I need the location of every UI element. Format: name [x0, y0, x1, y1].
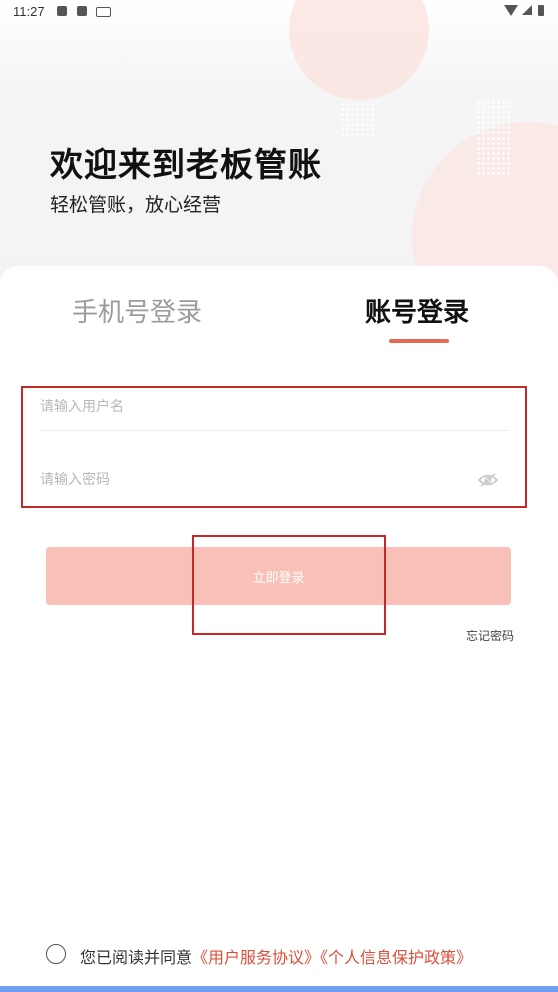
credentials-highlight-box	[21, 386, 527, 508]
app-notification-icon	[77, 6, 87, 16]
login-button[interactable]: 立即登录	[46, 547, 511, 605]
decorative-dots	[476, 136, 510, 176]
navigation-bar	[0, 986, 558, 992]
battery-icon	[538, 5, 544, 16]
status-time: 11:27	[13, 4, 45, 19]
tab-phone-login[interactable]: 手机号登录	[72, 292, 202, 329]
decorative-dots	[476, 100, 510, 134]
welcome-title: 欢迎来到老板管账	[50, 145, 322, 184]
tab-account-login[interactable]: 账号登录	[365, 292, 469, 329]
active-tab-indicator	[389, 339, 449, 343]
agreement-checkbox[interactable]	[46, 944, 66, 964]
privacy-policy-link[interactable]: 《个人信息保护政策》	[320, 948, 472, 967]
signal-icon	[522, 5, 532, 15]
image-notification-icon	[57, 6, 67, 16]
user-service-agreement-link[interactable]: 《用户服务协议》	[192, 948, 320, 967]
forgot-password-link[interactable]: 忘记密码	[466, 627, 514, 644]
wifi-icon	[504, 5, 518, 16]
decorative-dots	[340, 102, 374, 136]
agreement-text: 您已阅读并同意《用户服务协议》《个人信息保护政策》	[80, 944, 472, 968]
agreement-prefix: 您已阅读并同意	[80, 948, 193, 967]
status-bar: 11:27	[0, 0, 558, 24]
keyboard-icon	[96, 7, 111, 17]
welcome-subtitle: 轻松管账，放心经营	[50, 194, 222, 216]
